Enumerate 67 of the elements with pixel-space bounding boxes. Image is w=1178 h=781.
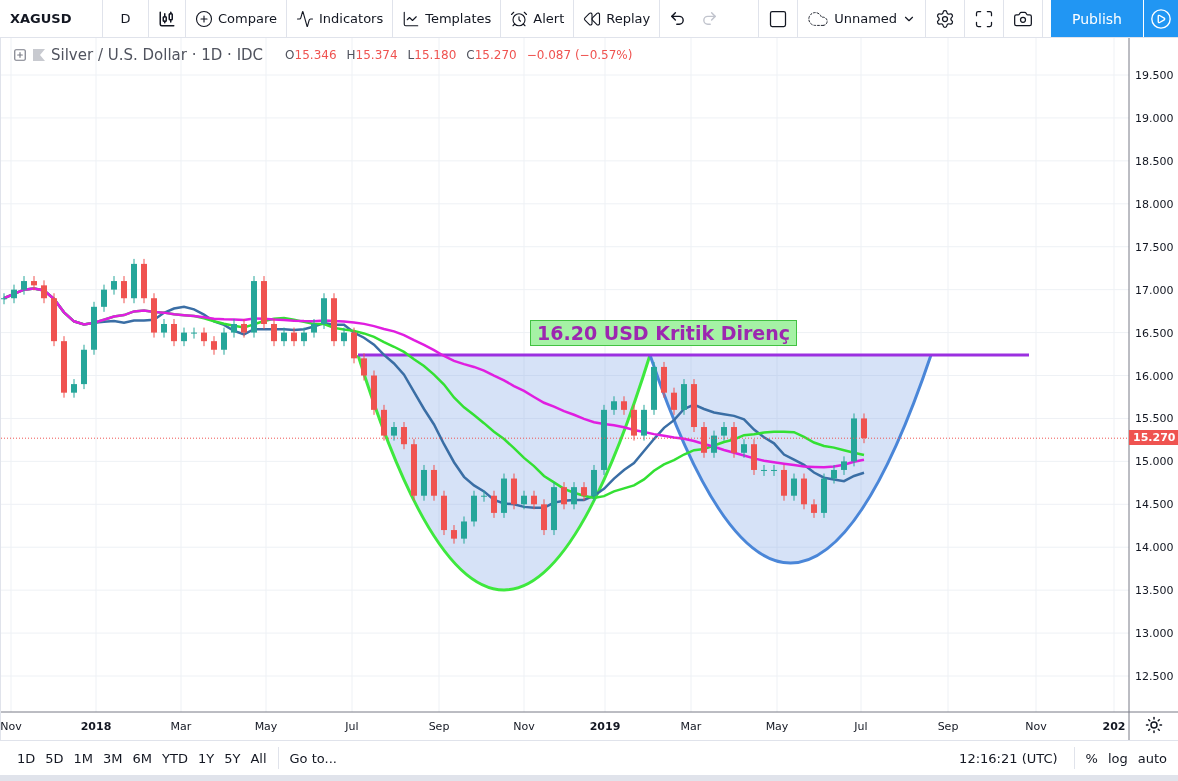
price-axis-label: 18.500 [1135,154,1174,168]
time-axis-label: Nov [1,720,22,733]
time-axis-label: Jul [345,720,359,733]
time-axis-label: Nov [1025,720,1047,733]
range-button[interactable]: 3M [98,750,128,766]
scale-option-button[interactable]: auto [1132,750,1172,766]
range-button[interactable]: 6M [127,750,158,766]
annotation-label: 16.20 USD Kritik Direnç [530,320,797,346]
time-axis-label: May [765,720,789,733]
time-axis-label: 202 [1102,720,1126,733]
price-axis-label: 18.000 [1135,197,1174,211]
square-icon [768,8,789,29]
price-axis-label: 17.000 [1135,283,1174,297]
goto-button[interactable]: Go to... [284,750,342,766]
price-axis-label: 19.500 [1135,69,1174,82]
price-axis-label: 16.000 [1135,369,1174,383]
wave-icon [296,9,314,28]
price-axis-label: 15.000 [1135,455,1174,469]
price-axis-label: 13.500 [1135,584,1174,598]
range-button[interactable]: 5D [40,750,69,766]
range-button[interactable]: All [245,750,272,766]
price-axis-label: 16.500 [1135,326,1174,340]
time-axis-label: Jul [854,720,868,733]
ohlc-value: C15.270 [466,48,517,62]
fullscreen-icon [974,8,995,29]
price-axis-label: 14.000 [1135,541,1174,555]
range-button[interactable]: 1M [68,750,99,766]
time-axis-label: Mar [680,720,702,733]
time-axis-label: Mar [170,720,192,733]
redo-icon [701,10,719,27]
price-axis-label: 12.500 [1135,670,1174,683]
price-change: −0.087 (−0.57%) [526,48,633,62]
time-axis-label: 2019 [589,720,621,733]
settings-icon[interactable] [1145,716,1163,734]
time-axis-label: Nov [513,720,535,733]
flag-icon [33,49,45,61]
scale-option-button[interactable]: log [1102,750,1133,766]
price-axis-label: 17.500 [1135,240,1174,254]
line-chart-icon [402,9,421,28]
circle-plus-icon [195,9,213,28]
range-button[interactable]: 1Y [192,750,220,766]
range-button[interactable]: 5Y [219,750,246,766]
range-button[interactable]: YTD [157,750,193,766]
expand-icon[interactable] [13,48,27,62]
price-axis-label: 13.000 [1135,627,1174,641]
time-axis-label: Sep [428,720,450,733]
candlestick-icon [158,9,176,28]
ohlc-value: L15.180 [407,48,457,62]
price-axis-label: 19.000 [1135,111,1174,125]
play-icon [1150,7,1172,30]
ohlc-value: O15.346 [285,48,337,62]
ohlc-value: H15.374 [346,48,398,62]
undo-icon [669,10,687,27]
time-axis-label: Sep [937,720,959,733]
price-axis-label: 15.500 [1135,412,1174,426]
time-axis-label: May [254,720,278,733]
alarm-clock-icon [510,9,529,28]
clock-text: 12:16:21 (UTC) [959,750,1059,766]
scale-option-button[interactable]: % [1080,750,1103,766]
price-axis-label: 14.500 [1135,498,1174,512]
rewind-icon [583,9,602,28]
settings-icon [935,8,956,29]
range-button[interactable]: 1D [12,750,41,766]
last-price-label: 15.270 [1129,430,1178,446]
play-button[interactable] [1143,0,1178,37]
symbol-title: Silver / U.S. Dollar · 1D · IDC [51,46,264,64]
time-axis-label: 2018 [80,720,112,733]
